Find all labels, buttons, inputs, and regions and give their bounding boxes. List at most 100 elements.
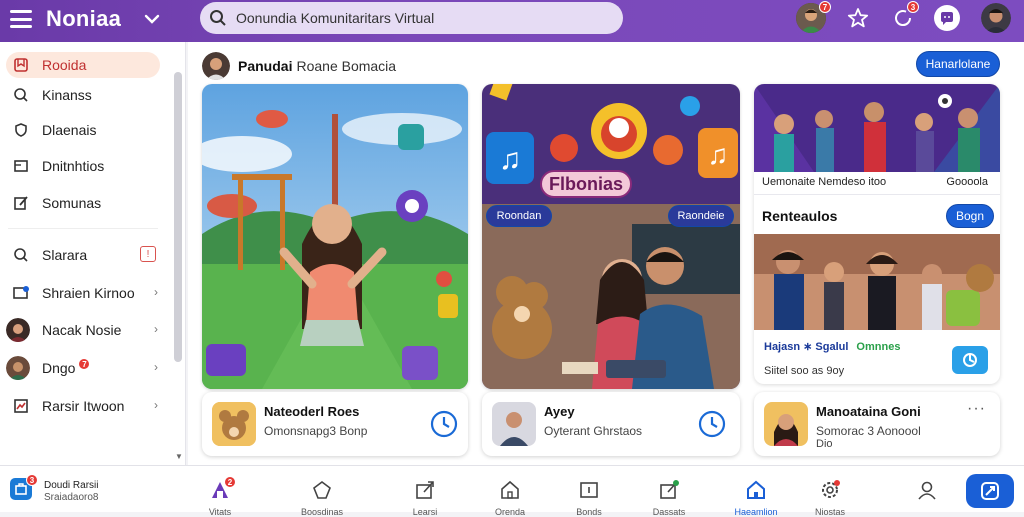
info-card-subtitle: Omonsnapg3 Bonp [264, 424, 368, 438]
nav-diamond-icon[interactable] [310, 478, 334, 502]
star-icon[interactable] [843, 3, 873, 33]
sidebar-item-slarara[interactable]: Slarara ! [6, 242, 160, 268]
chevron-right-icon: › [154, 398, 158, 412]
sidebar-item-dngo[interactable]: Dngo 7 › [6, 355, 160, 381]
svg-text:♫: ♫ [708, 139, 729, 170]
feed-footer: Siitel soo as 9oy [764, 365, 845, 377]
clock-icon[interactable] [430, 410, 458, 438]
user-avatar[interactable] [981, 3, 1011, 33]
notification-badge: 3 [907, 1, 919, 13]
sidebar-scrollbar[interactable] [174, 72, 182, 362]
chevron-right-icon: › [154, 322, 158, 336]
nav-label: Learsi [412, 507, 438, 517]
avatar-badge: 7 [819, 1, 831, 13]
teddy-thumbnail [212, 402, 256, 446]
feature-card-game[interactable]: ♫ ♫ Flbonias Roondan Raondeie [482, 84, 740, 389]
window-icon [12, 157, 30, 175]
top-action-button[interactable]: Hanarlolane [916, 51, 1000, 77]
chevron-right-icon: › [154, 285, 158, 299]
edit-icon [12, 194, 30, 212]
nav-label: Orenda [494, 507, 526, 517]
item-badge: 7 [78, 358, 91, 370]
chevron-right-icon: › [154, 360, 158, 374]
sidebar: Rooida Kinanss Dlaenais Dnitnhtios Somun… [0, 42, 186, 465]
sidebar-item-label: Dlaenais [42, 122, 97, 138]
feed-author: Panudai [238, 58, 293, 74]
menu-icon[interactable] [10, 10, 32, 28]
info-card[interactable]: Manoataina Goni Somorac 3 Aonoool Dio ··… [754, 392, 1000, 456]
scroll-down-icon[interactable]: ▼ [175, 452, 183, 461]
sidebar-item-label: Rarsir Itwoon [42, 398, 125, 414]
karaoke-scene-image [754, 234, 1000, 330]
nav-subtitle: Sraiadaoro8 [44, 492, 99, 503]
nav-house-icon[interactable] [498, 478, 522, 502]
app-title: Noniaa [46, 6, 122, 31]
chat-icon[interactable] [934, 5, 960, 31]
info-card-title: Manoataina Goni [816, 404, 921, 419]
nav-badge: 2 [224, 476, 236, 488]
search-icon [12, 246, 30, 264]
game-scene-image: ♫ ♫ [482, 84, 740, 389]
feed-header: Panudai Roane Bomacia [202, 52, 396, 80]
feed-subtitle: Roane Bomacia [296, 58, 397, 74]
alert-icon[interactable]: ! [140, 246, 156, 262]
game-title-label: Flbonias [540, 170, 632, 198]
top-bar: Noniaa 7 3 [0, 0, 1024, 42]
divider [754, 194, 1000, 195]
search-icon [12, 86, 30, 104]
right-feed-panel: Uemonaite Nemdeso itoo Goooola Renteaulo… [754, 84, 1000, 384]
sidebar-item-dlaenais[interactable]: Dlaenais [6, 117, 160, 143]
person-thumbnail [492, 402, 536, 446]
share-icon[interactable] [952, 346, 988, 374]
nav-label: Bonds [576, 507, 602, 517]
nav-square-icon[interactable] [577, 478, 601, 502]
sidebar-item-label: Dngo [42, 360, 76, 376]
party-scene-image [754, 84, 1000, 172]
info-card[interactable]: Ayey Oyterant Ghrstaos [482, 392, 740, 456]
nav-label: Dassats [652, 507, 686, 517]
sidebar-item-rooida[interactable]: Rooida [6, 52, 160, 78]
avatar [6, 356, 30, 380]
sidebar-item-kinanss[interactable]: Kinanss [6, 82, 160, 108]
nav-gear-icon[interactable] [818, 478, 842, 502]
nav-label: Boosdinas [300, 507, 344, 517]
nav-title: Doudi Rarsii [44, 480, 99, 491]
sidebar-item-label: Shraien Kirnoo [42, 285, 135, 301]
avatar[interactable] [202, 52, 230, 80]
chevron-down-icon[interactable] [143, 10, 161, 28]
chart-icon [12, 397, 30, 415]
bookmark-icon [12, 56, 30, 74]
app-badge: 3 [26, 474, 38, 486]
edit-icon [981, 482, 999, 500]
info-card-title: Ayey [544, 404, 575, 419]
nav-share-icon[interactable] [413, 478, 437, 502]
game-right-button[interactable]: Raondeie [668, 205, 734, 227]
feed-caption: Uemonaite Nemdeso itoo [762, 176, 887, 188]
screen-share-icon [12, 284, 30, 302]
compose-button[interactable] [966, 474, 1014, 508]
more-icon[interactable]: ··· [967, 400, 986, 418]
sidebar-item-nacak[interactable]: Nacak Nosie › [6, 317, 160, 343]
section-button[interactable]: Bogn [946, 204, 994, 228]
sidebar-item-dnitnhtios[interactable]: Dnitnhtios [6, 153, 160, 179]
sidebar-item-rarsir[interactable]: Rarsir Itwoon › [6, 393, 160, 419]
feature-card-park[interactable] [202, 84, 468, 389]
game-left-button[interactable]: Roondan [486, 205, 552, 227]
info-card[interactable]: Nateoderl Roes Omonsnapg3 Bonp [202, 392, 468, 456]
sidebar-item-shraien[interactable]: Shraien Kirnoo › [6, 280, 160, 306]
nav-export-icon[interactable] [657, 478, 681, 502]
nav-home-active-icon[interactable] [744, 478, 768, 502]
search-bar[interactable] [200, 2, 623, 34]
clock-icon[interactable] [698, 410, 726, 438]
sidebar-item-label: Dnitnhtios [42, 158, 105, 174]
park-scene-image [202, 84, 468, 389]
info-card-subtitle: Oyterant Ghrstaos [544, 424, 643, 438]
sidebar-item-label: Kinanss [42, 87, 92, 103]
woman-thumbnail [764, 402, 808, 446]
search-input[interactable] [236, 10, 606, 26]
avatar [6, 318, 30, 342]
nav-user-icon[interactable] [915, 478, 939, 502]
info-card-title: Nateoderl Roes [264, 404, 360, 419]
sidebar-item-somunas[interactable]: Somunas [6, 190, 160, 216]
feed-caption-right: Goooola [946, 176, 988, 188]
